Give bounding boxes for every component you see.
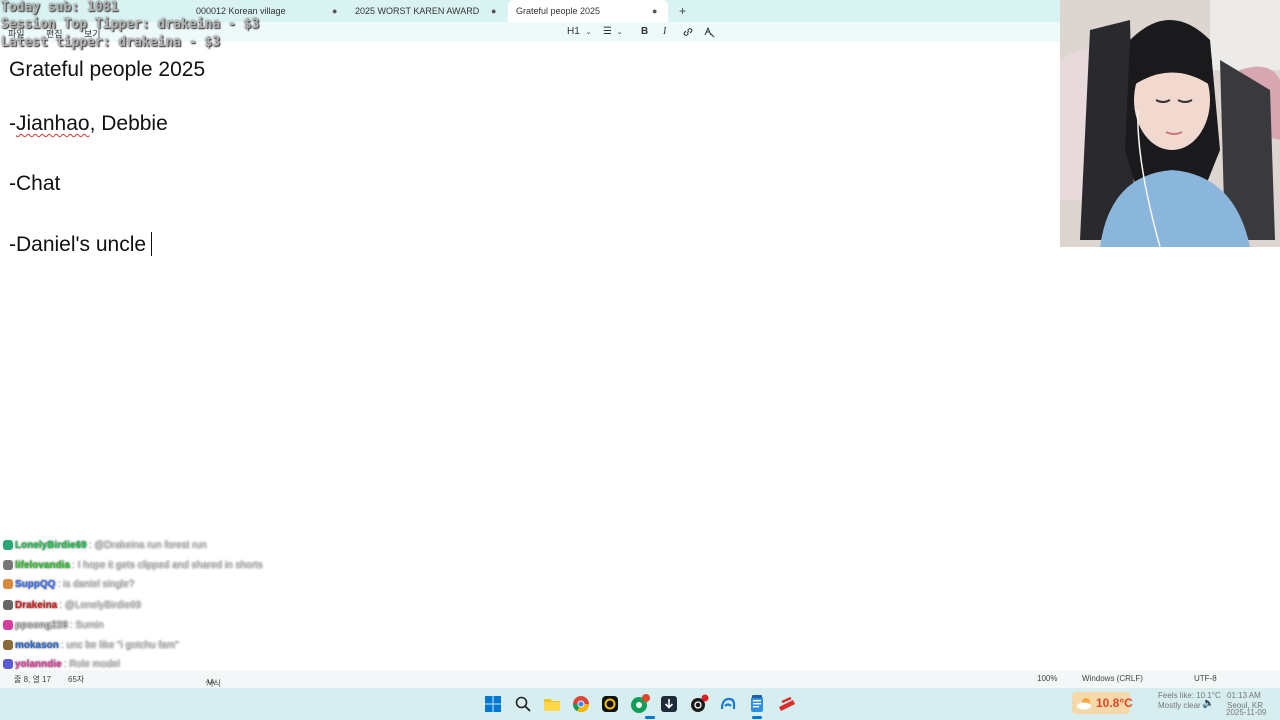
italic-button[interactable]: I xyxy=(663,26,666,37)
chat-text: : @LonelyBirdie69 xyxy=(59,599,142,611)
unsaved-dot-icon: ● xyxy=(652,6,658,16)
document-title: Grateful people 2025 xyxy=(9,58,206,81)
top-tipper-overlay: Session Top Tipper: drakeina - $3 xyxy=(1,17,260,32)
document-line: -Daniel's uncle xyxy=(9,232,153,257)
chat-badge-icon xyxy=(3,620,13,630)
tab-label: Grateful people 2025 xyxy=(516,6,601,16)
chat-username: Drakeina xyxy=(15,599,58,611)
active-app-indicator xyxy=(645,716,655,719)
weather-cloud-icon xyxy=(1077,698,1091,710)
unsaved-dot-icon: ● xyxy=(332,6,338,16)
misspelled-word[interactable]: Jianhao xyxy=(16,112,90,135)
chat-username: ppsong228 xyxy=(15,619,68,631)
tab-label: 2025 WORST KAREN AWARD xyxy=(355,6,480,16)
list-icon: ☰ xyxy=(603,26,612,37)
chrome-icon[interactable] xyxy=(571,694,591,714)
chat-badge-icon xyxy=(3,600,13,610)
chat-text: : Sumin xyxy=(69,619,104,631)
chat-badge-icon xyxy=(3,579,13,589)
streamer-image xyxy=(1060,0,1280,247)
tab-label: 000012 Korean village xyxy=(196,6,286,16)
chat-text: : is daniel single? xyxy=(57,578,135,590)
chat-text: : I hope it gets clipped and shared in s… xyxy=(72,559,263,571)
taskbar: 10.8°C Feels like: 10.1°C Mostly clear 0… xyxy=(0,688,1280,720)
chat-username: mokason xyxy=(15,639,59,651)
link-icon[interactable] xyxy=(682,26,694,41)
chat-username: yolanndie xyxy=(15,658,62,670)
chat-badge-icon xyxy=(3,640,13,650)
editor[interactable]: Grateful people 2025 -Jianhao, Debbie -C… xyxy=(0,42,1060,670)
chat-badge-icon xyxy=(3,659,13,669)
list-dropdown[interactable]: ☰ ⌄ xyxy=(603,26,623,37)
obs-icon[interactable] xyxy=(600,694,620,714)
cursor-position: 줄 8, 열 17 xyxy=(14,675,51,684)
document-line-text: -Jianhao, Debbie xyxy=(9,112,168,135)
app-icon-blue[interactable] xyxy=(718,694,738,714)
document-line-text: -Daniel's uncle xyxy=(9,233,147,256)
search-icon[interactable] xyxy=(513,694,533,714)
chat-badge-icon xyxy=(3,560,13,570)
chat-message: ppsong228 : Sumin xyxy=(3,617,104,633)
notepad-icon[interactable] xyxy=(747,694,767,714)
tab-grateful-people[interactable]: Grateful people 2025 ● xyxy=(508,0,668,22)
chat-text: : unc be like "i gotchu fam" xyxy=(60,639,179,651)
bold-button[interactable]: B xyxy=(641,26,648,37)
new-tab-button[interactable]: + xyxy=(679,4,686,18)
char-count: 65자 xyxy=(68,675,85,684)
clear-formatting-icon[interactable] xyxy=(703,26,715,41)
heading-dropdown[interactable]: H1 ⌄ xyxy=(567,26,591,37)
file-explorer-icon[interactable] xyxy=(542,694,562,714)
heading-label: H1 xyxy=(567,26,580,37)
status-bar: 줄 8, 열 17 65자 ᴬA 서식 100% Windows (CRLF) … xyxy=(0,670,1280,688)
document-line: -Chat xyxy=(9,172,61,195)
line-ending[interactable]: Windows (CRLF) xyxy=(1082,674,1143,683)
weather-temp: 10.8°C xyxy=(1096,696,1133,710)
clock-date[interactable]: 2025-11-09 xyxy=(1226,708,1266,717)
chat-message: LonelyBirdie69 : @Drakeina run forest ru… xyxy=(3,537,207,553)
chat-text: : @Drakeina run forest run xyxy=(88,539,207,551)
text-caret xyxy=(151,232,153,256)
clock-time[interactable]: 01:13 AM xyxy=(1227,691,1261,700)
sub-count-overlay: Today sub: 1081 xyxy=(1,0,119,15)
latest-tipper-overlay: Latest tipper: drakeina - $3 xyxy=(1,35,221,50)
chrome-profile-icon[interactable] xyxy=(630,694,650,714)
chat-badge-icon xyxy=(3,540,13,550)
volume-icon[interactable]: 🔈 xyxy=(1202,698,1214,709)
chevron-down-icon: ⌄ xyxy=(585,29,592,36)
unsaved-dot-icon: ● xyxy=(491,6,497,16)
webcam-feed xyxy=(1060,0,1280,247)
chat-text: : Role model xyxy=(63,658,120,670)
encoding[interactable]: UTF-8 xyxy=(1194,674,1217,683)
windows-start-icon[interactable] xyxy=(483,694,503,714)
red-app-icon[interactable] xyxy=(777,694,797,714)
chat-username: LonelyBirdie69 xyxy=(15,539,87,551)
weather-widget[interactable]: 10.8°C xyxy=(1072,692,1133,714)
chat-message: mokason : unc be like "i gotchu fam" xyxy=(3,637,179,653)
weather-state: Mostly clear xyxy=(1158,701,1201,710)
chat-message: lifelovandia : I hope it gets clipped an… xyxy=(3,557,263,573)
chat-username: SuppQQ xyxy=(15,578,56,590)
document-line: -Jianhao, Debbie xyxy=(9,112,168,136)
download-app-icon[interactable] xyxy=(659,694,679,714)
chat-username: lifelovandia xyxy=(15,559,71,571)
chevron-down-icon: ⌄ xyxy=(616,29,623,36)
tab-karen-award[interactable]: 2025 WORST KAREN AWARD ● xyxy=(345,0,507,22)
screen: 000012 Korean village ● 2025 WORST KAREN… xyxy=(0,0,1280,720)
zoom-level[interactable]: 100% xyxy=(1037,674,1057,683)
chat-message: Drakeina : @LonelyBirdie69 xyxy=(3,597,141,613)
chat-message: SuppQQ : is daniel single? xyxy=(3,576,134,592)
chatgpt-icon[interactable] xyxy=(689,694,709,714)
active-app-indicator xyxy=(752,716,762,719)
